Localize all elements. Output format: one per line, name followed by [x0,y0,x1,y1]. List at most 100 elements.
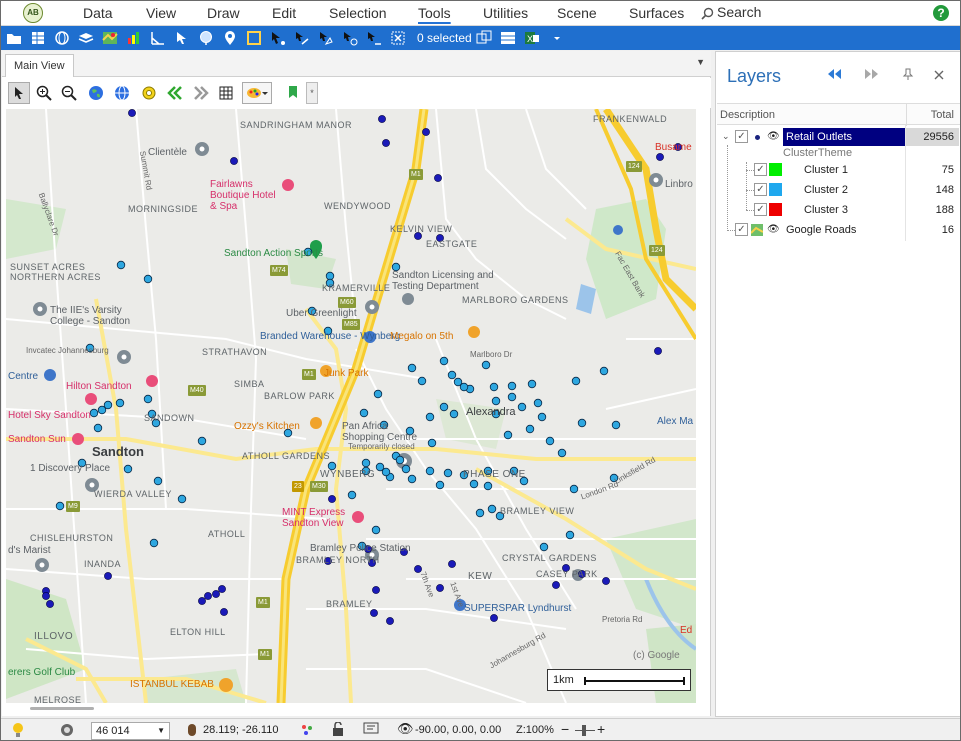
cluster-point[interactable] [89,408,99,418]
cluster-point[interactable] [557,448,567,458]
cluster-point[interactable] [489,382,499,392]
layer-row-retail-outlets[interactable]: ⌄ ✓ 👁 Retail Outlets 29556 [717,127,960,147]
cluster-point[interactable] [407,363,417,373]
cluster-checkbox[interactable]: ✓ [754,163,767,176]
help-button[interactable]: ? [933,5,949,21]
menu-surfaces[interactable]: Surfaces [629,5,684,21]
globe-grid-button[interactable] [111,82,133,104]
previous-view-button[interactable] [164,82,186,104]
cluster-point[interactable] [386,617,394,625]
cluster-point[interactable] [218,585,226,593]
cluster-point[interactable] [525,424,535,434]
cluster-point[interactable] [552,581,560,589]
menu-edit[interactable]: Edit [272,5,296,21]
cluster-point[interactable] [439,356,449,366]
zoom-minus-button[interactable]: − [561,721,569,737]
cluster-point[interactable] [212,590,220,598]
cluster-point[interactable] [128,109,136,117]
close-panel-button[interactable] [934,68,944,83]
export-excel-button[interactable]: X [522,28,542,48]
layer-row-cluster-1[interactable]: ✓ Cluster 1 75 [717,160,960,180]
cluster-point[interactable] [370,609,378,617]
column-divider[interactable] [906,104,907,126]
scale-select[interactable]: 46 014 ▼ [91,722,170,740]
cluster-point[interactable] [328,495,336,503]
map-style-dropdown[interactable] [242,82,272,104]
cluster-point[interactable] [425,412,435,422]
cluster-point[interactable] [116,260,126,270]
database-button[interactable] [28,28,48,48]
search-menu[interactable]: Search [701,4,761,20]
cluster-point[interactable] [325,271,335,281]
cluster-point[interactable] [571,376,581,386]
cluster-point[interactable] [177,494,187,504]
cluster-point[interactable] [361,458,371,468]
eye-icon[interactable]: 👁 [767,224,780,235]
cluster-point[interactable] [93,423,103,433]
eye-icon[interactable]: 👁 [767,131,780,142]
cluster-point[interactable] [443,468,453,478]
select-line-button[interactable] [292,28,312,48]
cluster-point[interactable] [46,600,54,608]
menu-utilities[interactable]: Utilities [483,5,528,21]
select-point-button[interactable] [268,28,288,48]
cluster-point[interactable] [459,382,469,392]
cluster-point[interactable] [395,455,405,465]
cluster-point[interactable] [439,402,449,412]
cluster-point[interactable] [434,174,442,182]
toolbar-overflow-button[interactable] [547,28,567,48]
select-buffer-button[interactable] [364,28,384,48]
eye-icon[interactable]: 👁 [397,721,414,737]
cluster-point[interactable] [417,376,427,386]
cluster-point[interactable] [503,430,513,440]
cluster-point[interactable] [475,508,485,518]
cluster-point[interactable] [517,402,527,412]
cluster-point[interactable] [198,597,206,605]
cluster-point[interactable] [220,608,228,616]
zoom-selection-button[interactable] [474,28,494,48]
measure-button[interactable] [148,28,168,48]
cluster-point[interactable] [382,139,390,147]
select-circle-button[interactable] [340,28,360,48]
layer-visibility-checkbox[interactable]: ✓ [735,223,748,236]
select-tool-button[interactable] [8,82,30,104]
cluster-point[interactable] [435,480,445,490]
cluster-point[interactable] [507,381,517,391]
layer-row-cluster-2[interactable]: ✓ Cluster 2 148 [717,180,960,200]
selection-table-button[interactable] [498,28,518,48]
cluster-point[interactable] [230,157,238,165]
thematic-button[interactable] [124,28,144,48]
cluster-point[interactable] [143,394,153,404]
marker-button[interactable] [282,82,304,104]
cluster-point[interactable] [143,274,153,284]
cluster-point[interactable] [487,504,497,514]
tab-main-view[interactable]: Main View [5,54,74,77]
open-folder-button[interactable] [4,28,24,48]
cluster-point[interactable] [97,405,107,415]
cluster-checkbox[interactable]: ✓ [754,203,767,216]
zoom-slider-thumb[interactable] [582,725,586,736]
select-polygon-button[interactable] [316,28,336,48]
full-extent-button[interactable] [85,82,107,104]
zoom-out-button[interactable] [58,82,80,104]
cluster-point[interactable] [602,577,610,585]
cluster-point[interactable] [507,392,517,402]
add-tab-button[interactable]: * [306,82,318,104]
zoom-plus-button[interactable]: + [597,721,605,737]
cluster-point[interactable] [545,436,555,446]
expand-all-button[interactable] [864,68,880,83]
cluster-point[interactable] [115,398,125,408]
map-horizontal-scrollbar[interactable] [30,707,94,710]
column-description[interactable]: Description [720,109,775,121]
select-rectangle-button[interactable] [244,28,264,48]
cluster-point[interactable] [153,476,163,486]
cluster-point[interactable] [375,462,385,472]
cluster-point[interactable] [204,592,212,600]
globe-view-button[interactable] [196,28,216,48]
cluster-point[interactable] [425,466,435,476]
map-canvas[interactable]: MORNINGSIDE SUNSET ACRES NORTHERN ACRES … [6,109,696,703]
layers-button[interactable] [76,28,96,48]
layer-row-google-roads[interactable]: ✓ 👁 Google Roads 16 [717,220,960,240]
transform-button[interactable] [172,28,192,48]
cluster-point[interactable] [447,370,457,380]
